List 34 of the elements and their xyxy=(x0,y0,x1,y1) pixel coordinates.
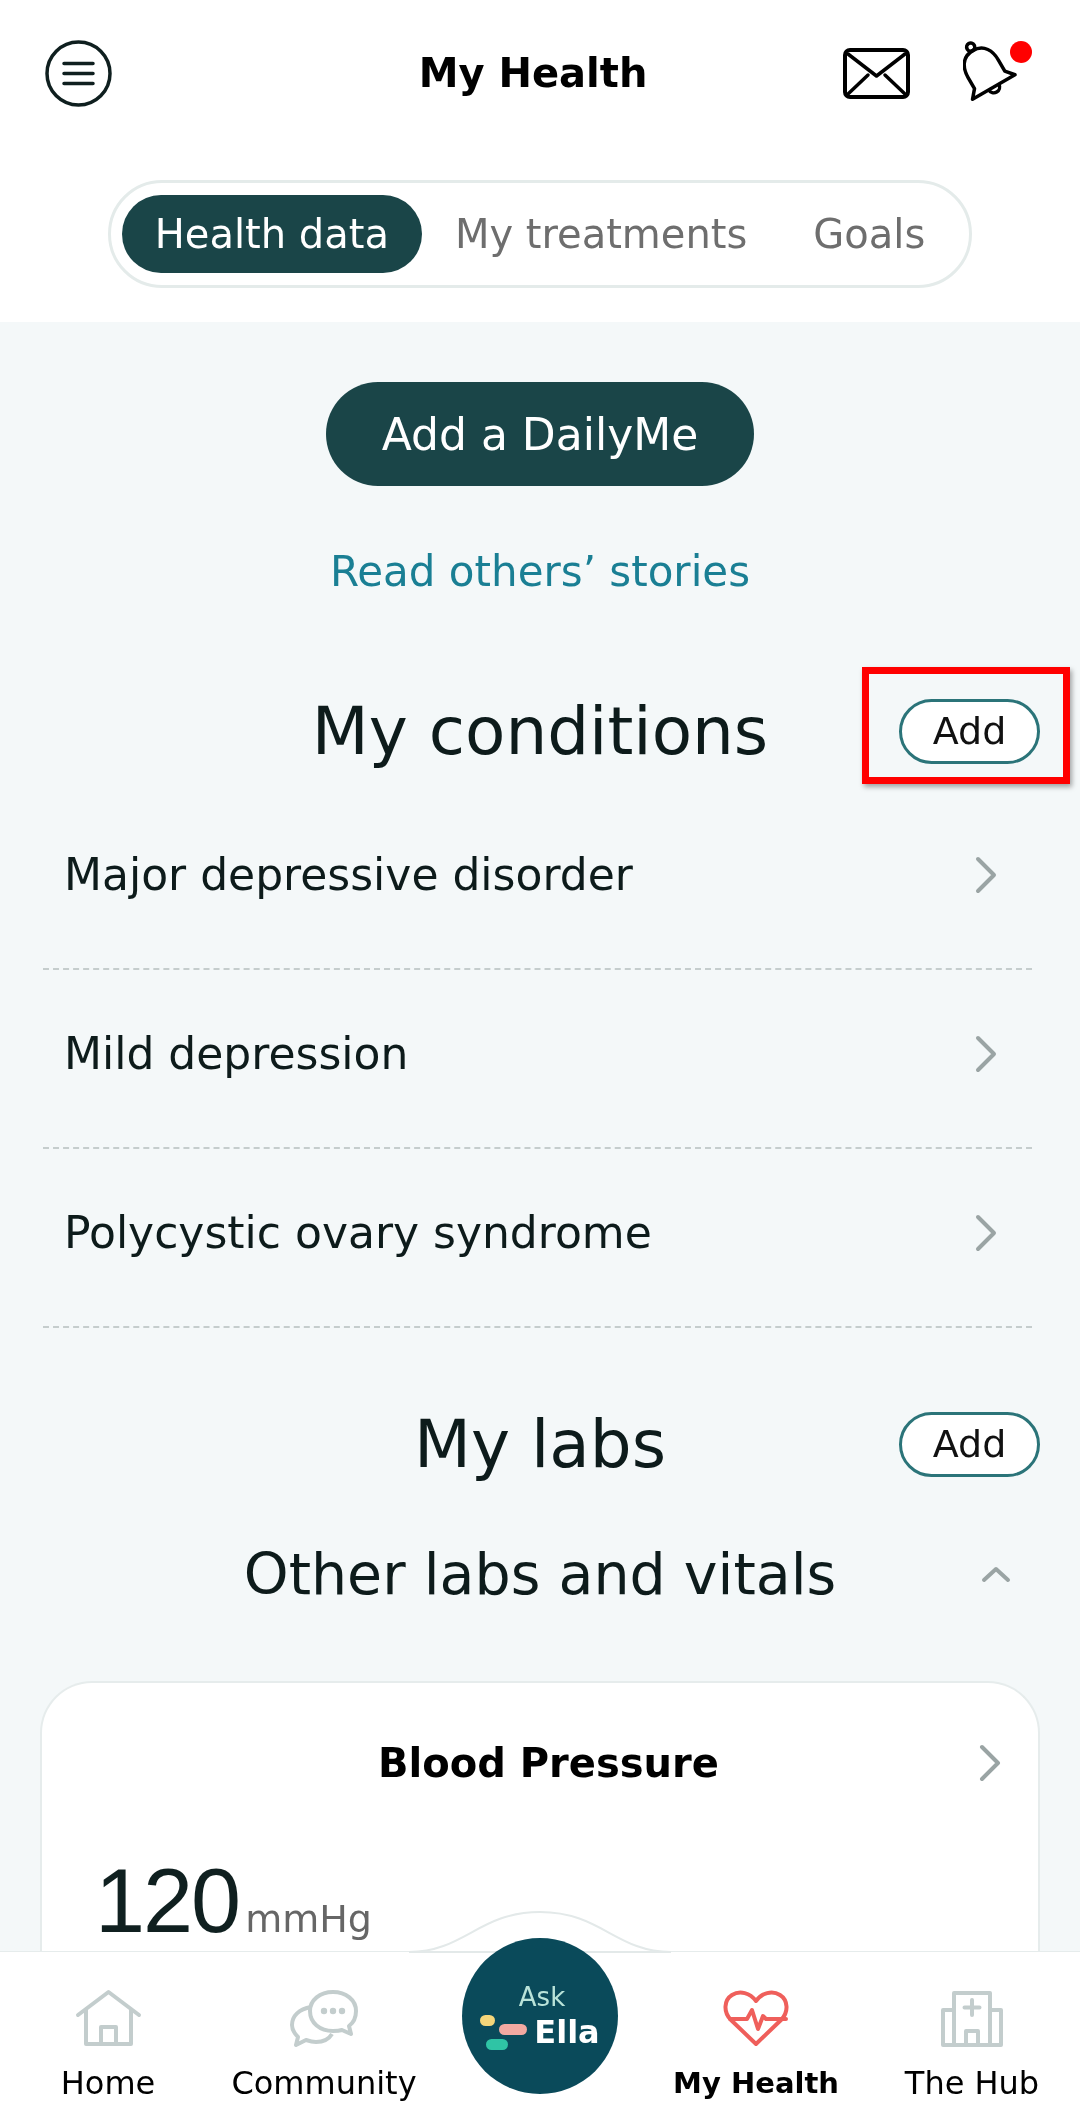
tab[interactable]: Goals xyxy=(780,195,959,273)
add-dailyme-button[interactable]: Add a DailyMe xyxy=(325,382,755,486)
heart-pulse-icon xyxy=(722,1988,790,2048)
lab-card[interactable]: Blood Pressure 120 mmHg xyxy=(40,1681,1040,1952)
add-button[interactable]: Add xyxy=(899,698,1040,764)
nav-item[interactable]: Community xyxy=(231,1952,417,2123)
chevron-right-icon xyxy=(974,1033,998,1074)
section-title: My labs xyxy=(413,1405,666,1483)
ask-ella-button[interactable]: Ask Ella xyxy=(462,1938,618,2094)
tab[interactable]: My treatments xyxy=(421,195,781,273)
chat-bubbles-icon xyxy=(289,1988,359,2048)
lab-title: Blood Pressure xyxy=(378,1740,719,1786)
house-icon xyxy=(73,1988,143,2048)
lab-value: 120 xyxy=(95,1856,240,1946)
menu-icon[interactable] xyxy=(45,39,112,107)
chevron-right-icon xyxy=(974,854,998,895)
page-title: My Health xyxy=(418,50,648,96)
group-title: Other labs and vitals xyxy=(243,1541,837,1607)
pills-logo-icon xyxy=(480,2014,528,2050)
tab[interactable]: Health data xyxy=(121,195,422,273)
hospital-icon xyxy=(939,1988,1005,2048)
lab-unit: mmHg xyxy=(245,1897,372,1941)
chevron-right-icon xyxy=(978,1743,1002,1783)
nav-item[interactable]: The Hub xyxy=(904,1952,1040,2123)
section-title: My conditions xyxy=(311,692,769,770)
stories-link[interactable]: Read others’ stories xyxy=(329,542,751,602)
nav-item[interactable]: Home xyxy=(60,1952,156,2123)
chevron-right-icon xyxy=(974,1212,998,1253)
condition-item[interactable]: Mild depression xyxy=(43,970,1032,1149)
condition-item[interactable]: Polycystic ovary syndrome xyxy=(43,1149,1032,1328)
mail-icon[interactable] xyxy=(843,47,910,99)
nav-item[interactable]: My Health xyxy=(673,1952,839,2123)
condition-item[interactable]: Major depressive disorder xyxy=(43,791,1032,970)
add-button[interactable]: Add xyxy=(899,1411,1040,1477)
